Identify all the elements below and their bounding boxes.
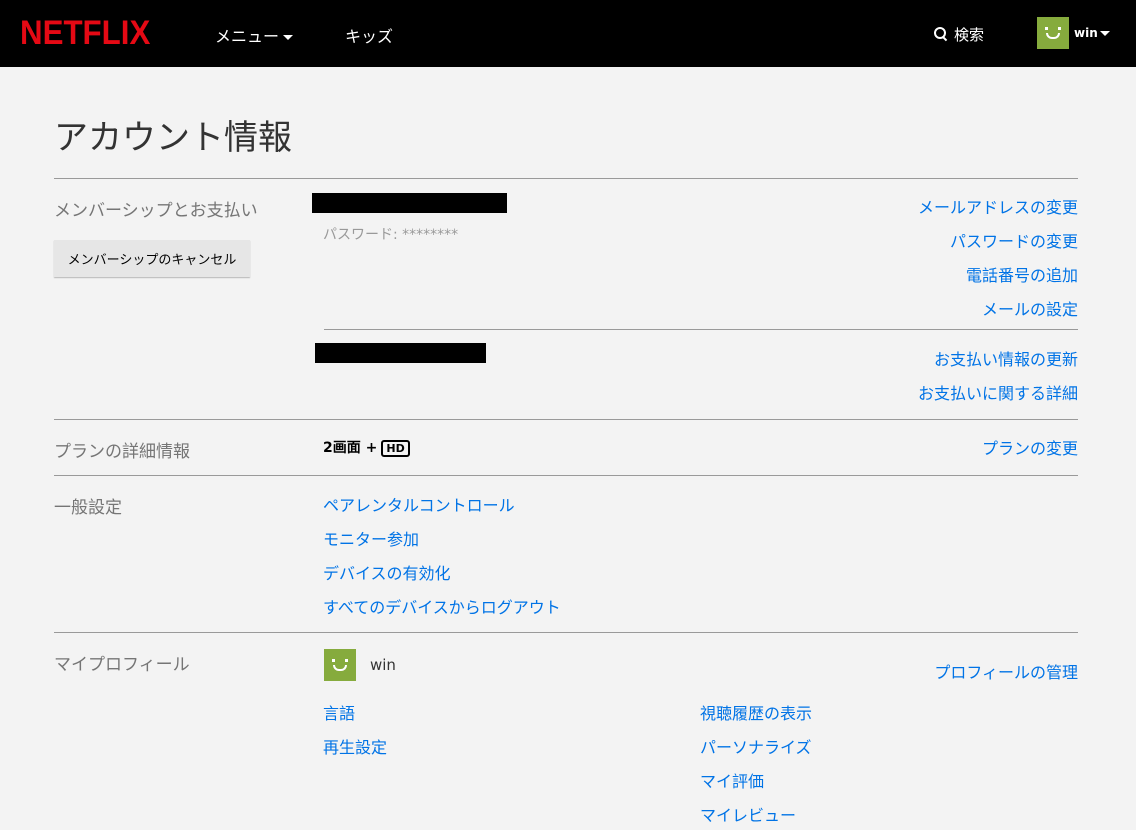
change-plan-link[interactable]: プランの変更 <box>982 435 1078 459</box>
profile-avatar-icon <box>1037 17 1069 49</box>
divider <box>54 632 1078 633</box>
my-ratings-link[interactable]: マイ評価 <box>700 768 764 792</box>
caret-down-icon <box>283 35 294 40</box>
sign-out-all-devices-link[interactable]: すべてのデバイスからログアウト <box>323 594 561 618</box>
search-label: 検索 <box>954 26 985 44</box>
menu-label: メニュー <box>215 27 280 46</box>
change-password-link[interactable]: パスワードの変更 <box>950 228 1078 252</box>
hd-badge: HD <box>381 440 410 457</box>
profile-name: win <box>1074 26 1098 40</box>
my-reviews-link[interactable]: マイレビュー <box>700 802 796 826</box>
add-phone-link[interactable]: 電話番号の追加 <box>966 262 1078 286</box>
redacted-payment <box>315 343 486 363</box>
test-participation-link[interactable]: モニター参加 <box>323 526 419 550</box>
general-section-label: 一般設定 <box>54 498 122 518</box>
profile-section-label: マイプロフィール <box>54 655 190 675</box>
membership-section-label: メンバーシップとお支払い <box>54 201 258 221</box>
smiley-avatar-icon <box>324 649 356 681</box>
plan-screens: 2画面 + <box>323 440 378 456</box>
menu-dropdown[interactable]: メニュー <box>215 23 294 47</box>
manage-profiles-link[interactable]: プロフィールの管理 <box>934 659 1078 683</box>
page-title: アカウント情報 <box>54 118 292 158</box>
kids-link[interactable]: キッズ <box>345 23 393 47</box>
profile-name: win <box>370 656 396 674</box>
divider <box>54 419 1078 420</box>
cancel-membership-button[interactable]: メンバーシップのキャンセル <box>54 240 250 277</box>
profile-avatar-icon <box>324 649 356 685</box>
profile-dropdown[interactable]: win <box>1037 17 1110 53</box>
change-email-link[interactable]: メールアドレスの変更 <box>918 194 1078 218</box>
divider <box>54 178 1078 179</box>
viewing-activity-link[interactable]: 視聴履歴の表示 <box>700 700 812 724</box>
netflix-logo[interactable]: NETFLIX <box>20 14 150 53</box>
activate-device-link[interactable]: デバイスの有効化 <box>323 560 451 584</box>
divider <box>324 329 1078 330</box>
language-link[interactable]: 言語 <box>323 700 355 724</box>
playback-settings-link[interactable]: 再生設定 <box>323 734 387 758</box>
billing-details-link[interactable]: お支払いに関する詳細 <box>918 380 1078 404</box>
update-payment-link[interactable]: お支払い情報の更新 <box>934 346 1078 370</box>
email-settings-link[interactable]: メールの設定 <box>982 296 1078 320</box>
divider <box>54 475 1078 476</box>
search-button[interactable]: 検索 <box>934 24 984 45</box>
redacted-email <box>312 193 507 213</box>
search-icon <box>934 27 948 41</box>
plan-section-label: プランの詳細情報 <box>54 442 190 462</box>
top-nav-bar: NETFLIX メニュー キッズ 検索 win <box>0 0 1136 67</box>
plan-value: 2画面 + HD <box>323 437 410 457</box>
parental-controls-link[interactable]: ペアレンタルコントロール <box>323 492 515 516</box>
password-display: パスワード: ******** <box>323 227 459 243</box>
caret-down-icon <box>1100 31 1110 36</box>
personalize-link[interactable]: パーソナライズ <box>700 734 812 758</box>
